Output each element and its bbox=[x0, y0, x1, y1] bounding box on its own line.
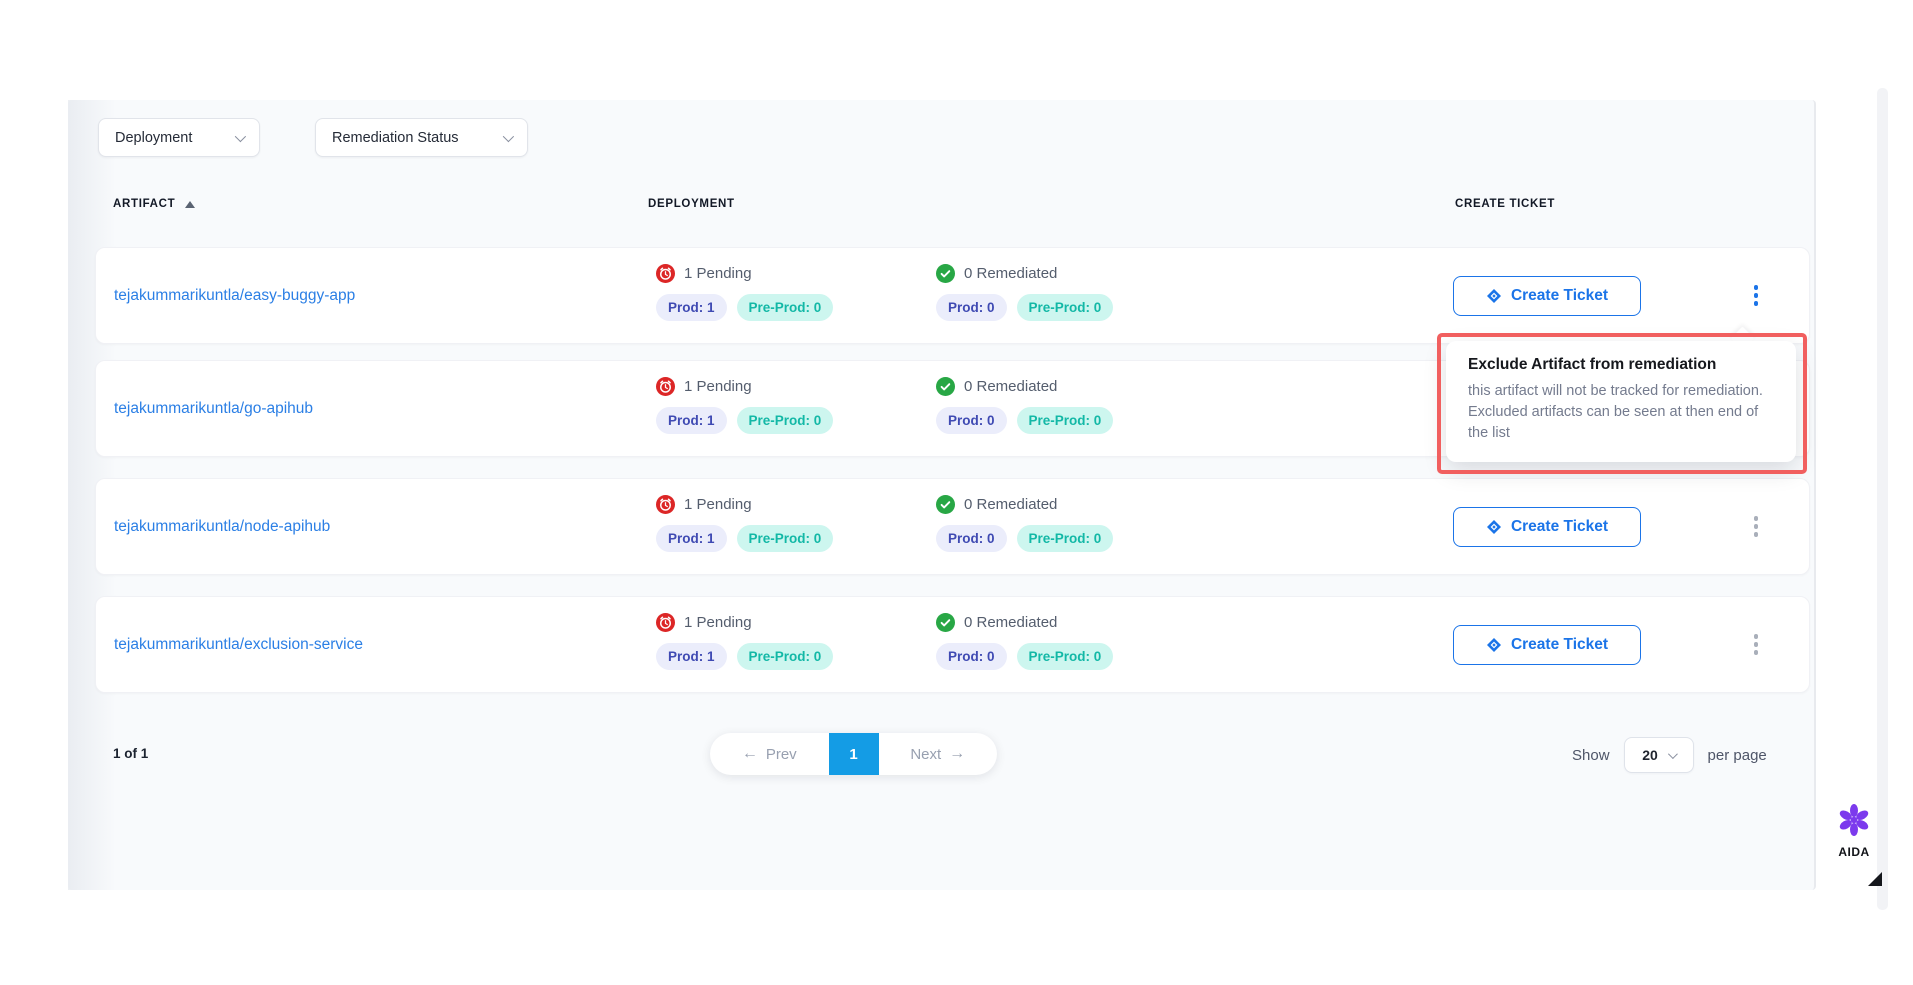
pagination-control: ← Prev 1 Next → bbox=[710, 733, 997, 775]
pending-count-label: 1 Pending bbox=[684, 614, 752, 631]
column-header-deployment-label: DEPLOYMENT bbox=[648, 198, 735, 210]
pending-clock-icon bbox=[656, 264, 675, 283]
prod-pending-badge: Prod: 1 bbox=[656, 643, 727, 670]
pending-count-label: 1 Pending bbox=[684, 496, 752, 513]
remediated-count-label: 0 Remediated bbox=[964, 614, 1057, 631]
page-size-control: Show 20 per page bbox=[1572, 735, 1767, 775]
row-menu-kebab-icon[interactable] bbox=[1726, 248, 1786, 343]
aida-flower-icon bbox=[1837, 824, 1871, 841]
pending-clock-icon bbox=[656, 377, 675, 396]
prev-page-label: Prev bbox=[766, 746, 797, 763]
remediation-status-filter-dropdown[interactable]: Remediation Status bbox=[315, 118, 528, 157]
remediated-cell: 0 Remediated Prod: 0 Pre-Prod: 0 bbox=[936, 376, 1113, 434]
chevron-down-icon bbox=[1668, 749, 1678, 759]
page-size-value: 20 bbox=[1642, 747, 1658, 763]
remediated-count-label: 0 Remediated bbox=[964, 378, 1057, 395]
deployment-filter-label: Deployment bbox=[115, 130, 192, 146]
preprod-remediated-badge: Pre-Prod: 0 bbox=[1017, 294, 1114, 321]
preprod-remediated-badge: Pre-Prod: 0 bbox=[1017, 643, 1114, 670]
column-header-create-ticket-label: CREATE TICKET bbox=[1455, 198, 1555, 210]
chevron-down-icon bbox=[503, 130, 514, 141]
current-page-button[interactable]: 1 bbox=[829, 733, 879, 775]
aida-label: AIDA bbox=[1832, 845, 1876, 859]
sort-ascending-icon bbox=[185, 201, 195, 208]
remediated-cell: 0 Remediated Prod: 0 Pre-Prod: 0 bbox=[936, 494, 1113, 552]
table-row: tejakummarikuntla/easy-buggy-app 1 Pendi… bbox=[95, 247, 1810, 344]
artifact-link[interactable]: tejakummarikuntla/node-apihub bbox=[114, 518, 330, 536]
artifact-link[interactable]: tejakummarikuntla/easy-buggy-app bbox=[114, 287, 355, 305]
ticket-diamond-icon bbox=[1486, 519, 1502, 535]
page: Deployment Remediation Status ARTIFACT D… bbox=[0, 0, 1913, 985]
remediated-cell: 0 Remediated Prod: 0 Pre-Prod: 0 bbox=[936, 612, 1113, 670]
row-menu-kebab-icon[interactable] bbox=[1726, 479, 1786, 574]
column-header-artifact-label: ARTIFACT bbox=[113, 198, 175, 210]
page-summary: 1 of 1 bbox=[113, 746, 148, 761]
show-label: Show bbox=[1572, 747, 1610, 764]
ticket-diamond-icon bbox=[1486, 637, 1502, 653]
preprod-pending-badge: Pre-Prod: 0 bbox=[737, 525, 834, 552]
remediated-check-icon bbox=[936, 495, 955, 514]
create-ticket-button[interactable]: Create Ticket bbox=[1453, 276, 1641, 316]
aida-widget[interactable]: AIDA bbox=[1832, 803, 1876, 859]
remediated-check-icon bbox=[936, 377, 955, 396]
arrow-right-icon: → bbox=[949, 745, 965, 763]
prod-pending-badge: Prod: 1 bbox=[656, 407, 727, 434]
create-ticket-label: Create Ticket bbox=[1511, 518, 1608, 536]
preprod-pending-badge: Pre-Prod: 0 bbox=[737, 407, 834, 434]
remediated-check-icon bbox=[936, 613, 955, 632]
column-header-create-ticket: CREATE TICKET bbox=[1455, 198, 1555, 210]
pending-clock-icon bbox=[656, 613, 675, 632]
exclude-artifact-tooltip: Exclude Artifact from remediation this a… bbox=[1446, 341, 1796, 462]
artifact-link[interactable]: tejakummarikuntla/exclusion-service bbox=[114, 636, 363, 654]
pending-cell: 1 Pending Prod: 1 Pre-Prod: 0 bbox=[656, 376, 833, 434]
remediation-status-filter-label: Remediation Status bbox=[332, 130, 459, 146]
next-page-button[interactable]: Next → bbox=[879, 733, 998, 775]
prod-pending-badge: Prod: 1 bbox=[656, 294, 727, 321]
prod-pending-badge: Prod: 1 bbox=[656, 525, 727, 552]
page-size-select[interactable]: 20 bbox=[1624, 737, 1694, 773]
arrow-left-icon: ← bbox=[742, 745, 758, 763]
column-header-artifact[interactable]: ARTIFACT bbox=[113, 198, 195, 210]
tooltip-body: this artifact will not be tracked for re… bbox=[1468, 381, 1774, 444]
table-header: ARTIFACT DEPLOYMENT CREATE TICKET bbox=[68, 198, 1814, 220]
remediated-count-label: 0 Remediated bbox=[964, 265, 1057, 282]
chevron-down-icon bbox=[235, 130, 246, 141]
create-ticket-label: Create Ticket bbox=[1511, 636, 1608, 654]
row-menu-kebab-icon[interactable] bbox=[1726, 597, 1786, 692]
resize-handle-cursor bbox=[1868, 872, 1882, 886]
pending-count-label: 1 Pending bbox=[684, 265, 752, 282]
prod-remediated-badge: Prod: 0 bbox=[936, 407, 1007, 434]
scrollbar-track[interactable] bbox=[1877, 88, 1888, 910]
table-row: tejakummarikuntla/node-apihub 1 Pending … bbox=[95, 478, 1810, 575]
deployment-filter-dropdown[interactable]: Deployment bbox=[98, 118, 260, 157]
tooltip-title: Exclude Artifact from remediation bbox=[1468, 356, 1774, 374]
create-ticket-button[interactable]: Create Ticket bbox=[1453, 625, 1641, 665]
pending-count-label: 1 Pending bbox=[684, 378, 752, 395]
preprod-remediated-badge: Pre-Prod: 0 bbox=[1017, 525, 1114, 552]
preprod-pending-badge: Pre-Prod: 0 bbox=[737, 294, 834, 321]
create-ticket-label: Create Ticket bbox=[1511, 287, 1608, 305]
prod-remediated-badge: Prod: 0 bbox=[936, 643, 1007, 670]
remediated-count-label: 0 Remediated bbox=[964, 496, 1057, 513]
pending-cell: 1 Pending Prod: 1 Pre-Prod: 0 bbox=[656, 263, 833, 321]
prod-remediated-badge: Prod: 0 bbox=[936, 294, 1007, 321]
preprod-remediated-badge: Pre-Prod: 0 bbox=[1017, 407, 1114, 434]
per-page-label: per page bbox=[1708, 747, 1767, 764]
ticket-diamond-icon bbox=[1486, 288, 1502, 304]
table-row: tejakummarikuntla/exclusion-service 1 Pe… bbox=[95, 596, 1810, 693]
pending-cell: 1 Pending Prod: 1 Pre-Prod: 0 bbox=[656, 612, 833, 670]
remediated-cell: 0 Remediated Prod: 0 Pre-Prod: 0 bbox=[936, 263, 1113, 321]
artifact-link[interactable]: tejakummarikuntla/go-apihub bbox=[114, 400, 313, 418]
preprod-pending-badge: Pre-Prod: 0 bbox=[737, 643, 834, 670]
remediated-check-icon bbox=[936, 264, 955, 283]
column-header-deployment: DEPLOYMENT bbox=[648, 198, 735, 210]
prod-remediated-badge: Prod: 0 bbox=[936, 525, 1007, 552]
create-ticket-button[interactable]: Create Ticket bbox=[1453, 507, 1641, 547]
prev-page-button[interactable]: ← Prev bbox=[710, 733, 829, 775]
next-page-label: Next bbox=[910, 746, 941, 763]
pending-clock-icon bbox=[656, 495, 675, 514]
pending-cell: 1 Pending Prod: 1 Pre-Prod: 0 bbox=[656, 494, 833, 552]
